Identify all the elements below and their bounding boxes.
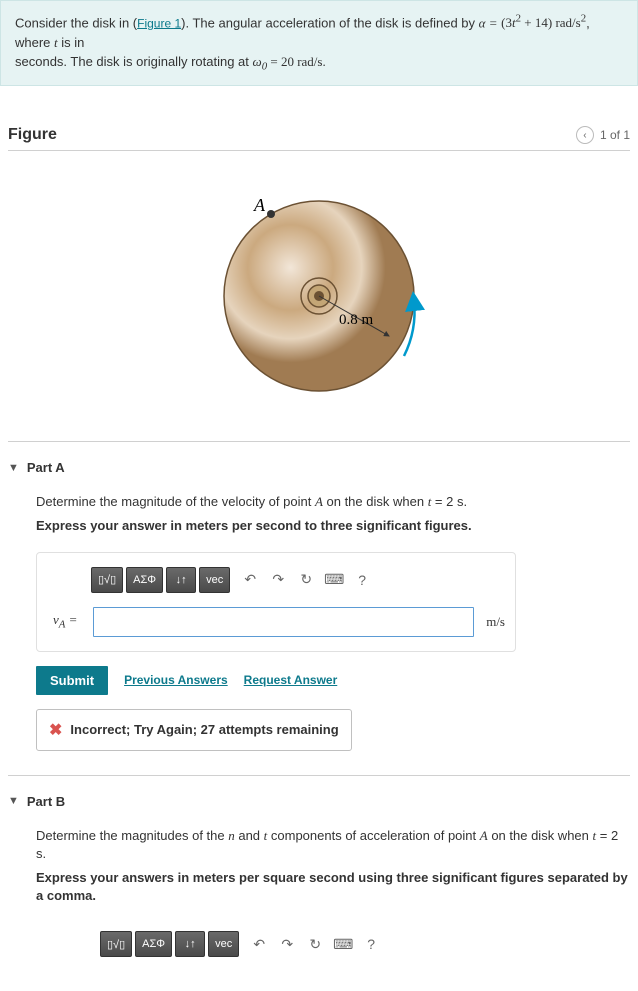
- greek-button[interactable]: ΑΣΦ: [126, 567, 163, 593]
- unit-a: m/s: [482, 614, 505, 630]
- vec-button[interactable]: vec: [208, 931, 239, 957]
- part-b-content: Determine the magnitudes of the n and t …: [8, 827, 630, 968]
- figure-pager: ‹ 1 of 1: [576, 126, 630, 144]
- input-row-a: vA = m/s: [47, 607, 505, 637]
- submit-row-a: Submit Previous Answers Request Answer: [36, 666, 630, 695]
- part-b-header[interactable]: ▼ Part B: [8, 794, 630, 809]
- submit-button-a[interactable]: Submit: [36, 666, 108, 695]
- answer-group-b: ▯√▯ ΑΣΦ ↓↑ vec ↶ ↷ ↻ ⌨ ?: [90, 921, 520, 967]
- answer-group-a: ▯√▯ ΑΣΦ ↓↑ vec ↶ ↷ ↻ ⌨ ? vA = m/s: [36, 552, 516, 652]
- redo-icon[interactable]: ↷: [276, 933, 298, 955]
- answer-input-a[interactable]: [93, 607, 474, 637]
- reset-icon[interactable]: ↻: [295, 569, 317, 591]
- undo-icon[interactable]: ↶: [248, 933, 270, 955]
- part-a: ▼ Part A Determine the magnitude of the …: [8, 441, 630, 774]
- request-answer-link[interactable]: Request Answer: [244, 673, 338, 687]
- vec-button[interactable]: vec: [199, 567, 230, 593]
- template-button[interactable]: ▯√▯: [100, 931, 132, 957]
- sort-button[interactable]: ↓↑: [175, 931, 205, 957]
- part-a-content: Determine the magnitude of the velocity …: [8, 493, 630, 750]
- figure-link[interactable]: Figure 1: [137, 16, 181, 30]
- alpha-rhs: (3t2 + 14) rad/s2: [501, 15, 586, 30]
- redo-icon[interactable]: ↷: [267, 569, 289, 591]
- keyboard-icon[interactable]: ⌨: [323, 569, 345, 591]
- part-a-title: Part A: [27, 460, 65, 475]
- text: Consider the disk in (: [15, 15, 137, 30]
- part-b-title: Part B: [27, 794, 65, 809]
- text: is in: [58, 35, 85, 50]
- reset-icon[interactable]: ↻: [304, 933, 326, 955]
- part-b-prompt: Determine the magnitudes of the n and t …: [36, 827, 630, 863]
- disk-figure: A 0.8 m: [199, 181, 439, 421]
- feedback-box: ✖ Incorrect; Try Again; 27 attempts rema…: [36, 709, 352, 751]
- pager-prev-button[interactable]: ‹: [576, 126, 594, 144]
- undo-icon[interactable]: ↶: [239, 569, 261, 591]
- radius-label: 0.8 m: [339, 312, 374, 328]
- feedback-text: Incorrect; Try Again; 27 attempts remain…: [70, 722, 338, 737]
- problem-statement: Consider the disk in (Figure 1). The ang…: [0, 0, 638, 86]
- help-icon[interactable]: ?: [351, 569, 373, 591]
- keyboard-icon[interactable]: ⌨: [332, 933, 354, 955]
- text: seconds. The disk is originally rotating…: [15, 54, 253, 69]
- var-label-a: vA =: [47, 612, 85, 631]
- chevron-left-icon: ‹: [583, 130, 586, 141]
- figure-section: Figure ‹ 1 of 1: [0, 126, 638, 441]
- omega: ω0: [253, 54, 268, 69]
- greek-button[interactable]: ΑΣΦ: [135, 931, 172, 957]
- part-a-header[interactable]: ▼ Part A: [8, 460, 630, 475]
- part-a-instructions: Express your answer in meters per second…: [36, 517, 630, 535]
- previous-answers-link[interactable]: Previous Answers: [124, 673, 228, 687]
- help-icon[interactable]: ?: [360, 933, 382, 955]
- figure-body: A 0.8 m: [8, 181, 630, 421]
- part-b-instructions: Express your answers in meters per squar…: [36, 869, 630, 905]
- caret-down-icon: ▼: [8, 462, 19, 474]
- omega-val: = 20 rad/s.: [267, 54, 326, 69]
- figure-header: Figure ‹ 1 of 1: [8, 126, 630, 151]
- figure-title: Figure: [8, 126, 57, 144]
- caret-down-icon: ▼: [8, 795, 19, 807]
- part-b: ▼ Part B Determine the magnitudes of the…: [8, 775, 630, 991]
- template-button[interactable]: ▯√▯: [91, 567, 123, 593]
- pager-text: 1 of 1: [600, 128, 630, 142]
- answer-toolbar-b: ▯√▯ ΑΣΦ ↓↑ vec ↶ ↷ ↻ ⌨ ?: [100, 931, 510, 957]
- alpha-lhs: α =: [479, 15, 498, 30]
- answer-toolbar-a: ▯√▯ ΑΣΦ ↓↑ vec ↶ ↷ ↻ ⌨ ?: [91, 567, 505, 593]
- text: ). The angular acceleration of the disk …: [181, 15, 479, 30]
- part-a-prompt: Determine the magnitude of the velocity …: [36, 493, 630, 511]
- point-a-label: A: [253, 195, 266, 215]
- sort-button[interactable]: ↓↑: [166, 567, 196, 593]
- incorrect-icon: ✖: [49, 720, 62, 740]
